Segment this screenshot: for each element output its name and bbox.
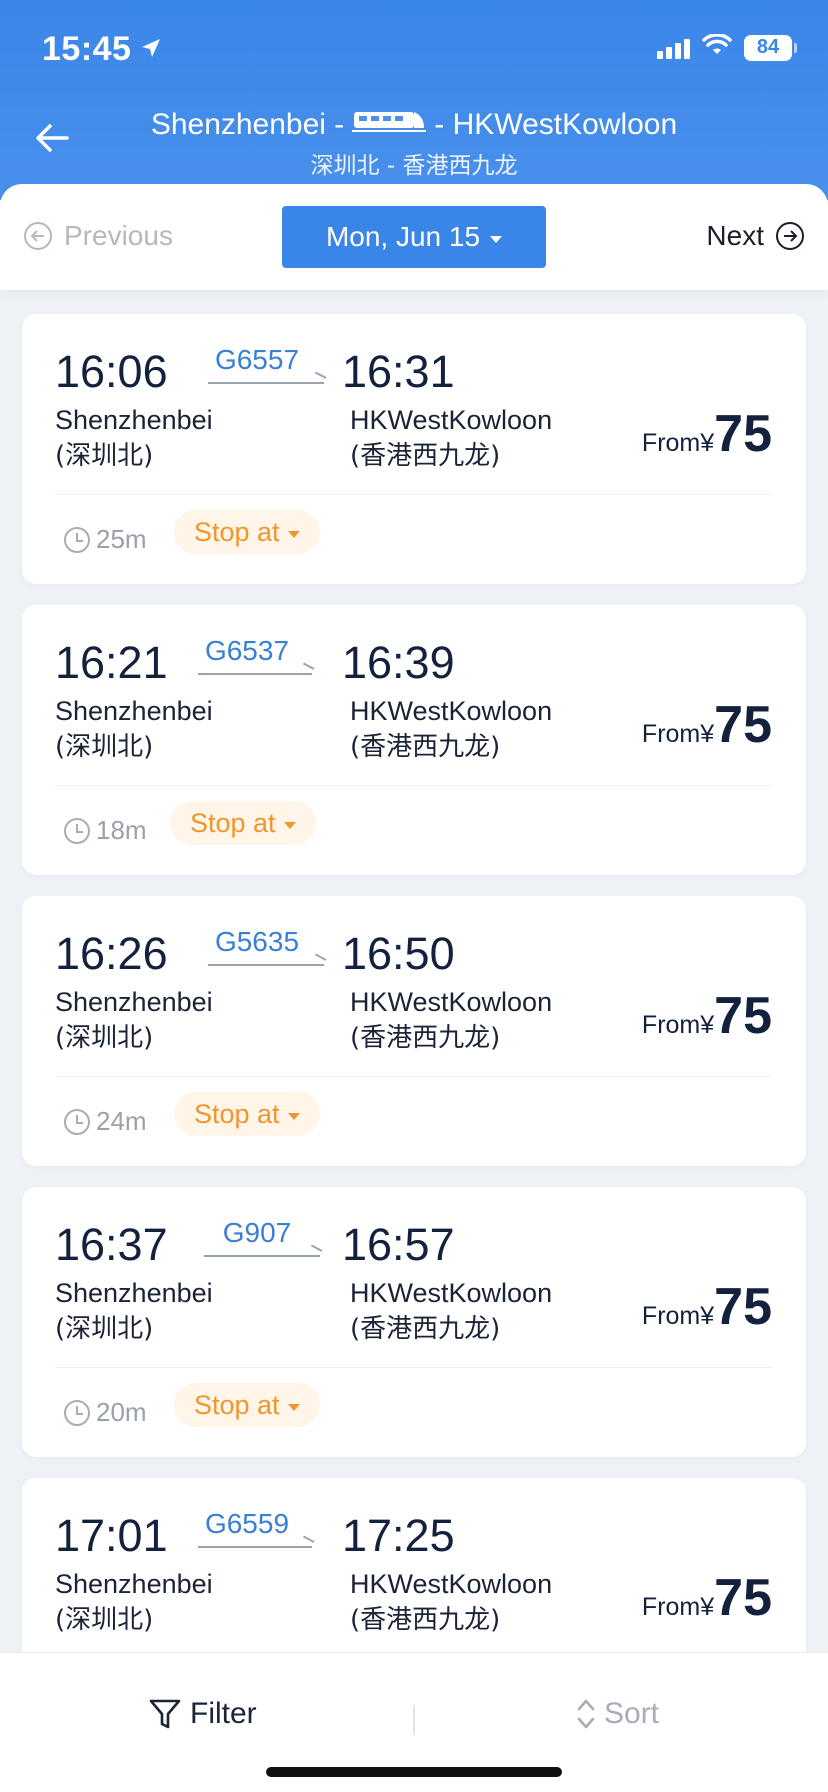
train-card[interactable]: 16:37 G907 16:57 Shenzhenbei (深圳北) HKWes… — [22, 1187, 806, 1457]
date-label: Mon, Jun 15 — [325, 221, 481, 252]
chevron-down-icon — [287, 1112, 300, 1120]
route-to: - HKWestKowloon — [434, 108, 678, 141]
clock-icon — [64, 1399, 90, 1426]
clock-icon — [64, 526, 90, 553]
next-day-button[interactable]: Next — [706, 220, 804, 252]
arrival-time: 16:39 — [342, 637, 455, 688]
arrival-station: HKWestKowloon (香港西九龙) — [350, 405, 553, 471]
bottom-bar: Filter Sort — [0, 1652, 828, 1792]
train-number: G5635 — [214, 926, 300, 957]
train-number: G907 — [222, 1217, 292, 1248]
status-icons: 84 — [657, 33, 797, 61]
price: From ¥ 75 — [641, 1569, 772, 1627]
train-list: 16:06 G6557 16:31 Shenzhenbei (深圳北) HKWe… — [22, 314, 806, 1769]
stop-at-button[interactable]: Stop at — [170, 801, 316, 845]
home-indicator — [266, 1767, 562, 1777]
sort-button[interactable]: Sort — [576, 1697, 659, 1731]
header: 15:45 84 Shenzhenbei - - HKWestKowloon 深… — [0, 0, 828, 200]
departure-time: 16:26 — [55, 928, 168, 979]
duration: 25m — [64, 524, 147, 555]
train-card[interactable]: 16:21 G6537 16:39 Shenzhenbei (深圳北) HKWe… — [22, 605, 806, 875]
arrival-time: 16:31 — [342, 346, 455, 397]
divider — [413, 1705, 415, 1735]
stop-at-button[interactable]: Stop at — [174, 1383, 320, 1427]
departure-station: Shenzhenbei (深圳北) — [55, 696, 213, 762]
route-line — [208, 964, 324, 966]
departure-time: 17:01 — [55, 1510, 168, 1561]
clock-icon — [64, 817, 90, 844]
battery-icon: 84 — [744, 34, 797, 61]
departure-station: Shenzhenbei (深圳北) — [55, 1569, 213, 1635]
arrival-station: HKWestKowloon (香港西九龙) — [350, 987, 553, 1053]
arrival-station: HKWestKowloon (香港西九龙) — [350, 1569, 553, 1635]
train-number: G6537 — [204, 635, 290, 666]
divider — [55, 1076, 772, 1077]
departure-station: Shenzhenbei (深圳北) — [55, 987, 213, 1053]
price: From ¥ 75 — [641, 405, 772, 463]
train-card[interactable]: 16:26 G5635 16:50 Shenzhenbei (深圳北) HKWe… — [22, 896, 806, 1166]
previous-circle-icon — [24, 222, 52, 250]
previous-day-button[interactable]: Previous — [24, 220, 173, 252]
departure-station: Shenzhenbei (深圳北) — [55, 1278, 213, 1344]
departure-time: 16:21 — [55, 637, 168, 688]
divider — [55, 1367, 772, 1368]
chevron-down-icon — [283, 821, 296, 829]
chevron-down-icon — [287, 1403, 300, 1411]
route-title: Shenzhenbei - - HKWestKowloon — [0, 108, 828, 142]
previous-label: Previous — [64, 220, 173, 251]
signal-icon — [657, 37, 690, 59]
sort-icon — [577, 1699, 595, 1729]
arrival-time: 16:50 — [342, 928, 455, 979]
train-number: G6557 — [214, 344, 300, 375]
arrival-station: HKWestKowloon (香港西九龙) — [350, 696, 553, 762]
arrival-time: 17:25 — [342, 1510, 455, 1561]
filter-icon — [149, 1699, 181, 1729]
next-label: Next — [706, 220, 764, 251]
wifi-icon — [702, 33, 732, 61]
chevron-down-icon — [287, 530, 300, 538]
route-line — [198, 1546, 312, 1548]
duration: 18m — [64, 815, 147, 846]
route-line — [198, 673, 312, 675]
price: From ¥ 75 — [641, 696, 772, 754]
arrival-time: 16:57 — [342, 1219, 455, 1270]
route-line — [204, 1255, 320, 1257]
arrival-station: HKWestKowloon (香港西九龙) — [350, 1278, 553, 1344]
duration: 24m — [64, 1106, 147, 1137]
route-from: Shenzhenbei - — [150, 108, 345, 141]
filter-button[interactable]: Filter — [148, 1697, 257, 1731]
date-picker-button[interactable]: Mon, Jun 15 — [282, 206, 546, 268]
route-line — [208, 382, 324, 384]
departure-time: 16:06 — [55, 346, 168, 397]
date-nav: Previous Mon, Jun 15 Next — [0, 184, 828, 290]
departure-time: 16:37 — [55, 1219, 168, 1270]
divider — [55, 494, 772, 495]
location-arrow-icon — [139, 30, 163, 69]
route-subtitle: 深圳北 - 香港西九龙 — [310, 153, 518, 179]
departure-station: Shenzhenbei (深圳北) — [55, 405, 213, 471]
price: From ¥ 75 — [641, 987, 772, 1045]
stop-at-button[interactable]: Stop at — [174, 1092, 320, 1136]
divider — [55, 785, 772, 786]
chevron-down-icon — [490, 235, 503, 243]
clock-icon — [64, 1108, 90, 1135]
duration: 20m — [64, 1397, 147, 1428]
stop-at-button[interactable]: Stop at — [174, 510, 320, 554]
train-icon — [352, 108, 427, 142]
price: From ¥ 75 — [641, 1278, 772, 1336]
status-time: 15:45 — [42, 30, 163, 69]
next-circle-icon — [776, 222, 804, 250]
train-number: G6559 — [204, 1508, 290, 1539]
train-card[interactable]: 16:06 G6557 16:31 Shenzhenbei (深圳北) HKWe… — [22, 314, 806, 584]
